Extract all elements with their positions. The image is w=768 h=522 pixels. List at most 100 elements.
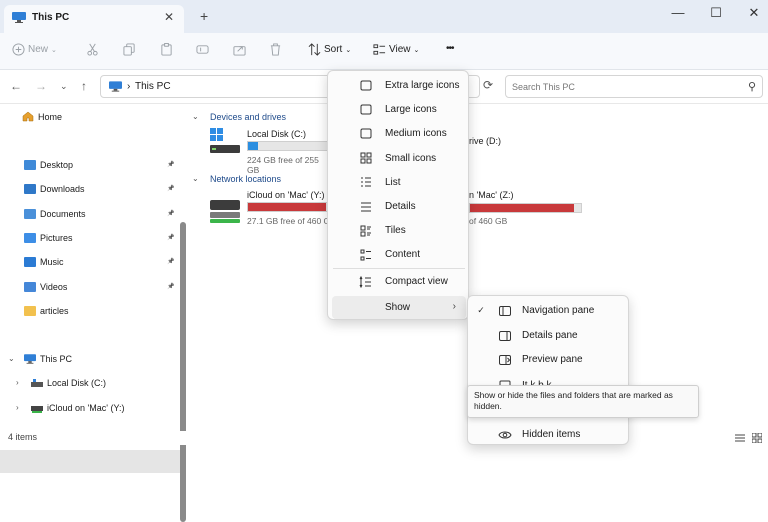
folder-icon — [24, 232, 36, 243]
submenu-arrow-icon: › — [452, 301, 456, 312]
drive-tile-c[interactable]: Local Disk (C:) 224 GB free of 255 GB — [208, 128, 332, 175]
plus-circle-icon — [12, 43, 25, 56]
up-arrow-icon[interactable]: ↑ — [81, 79, 87, 93]
rename-icon[interactable] — [196, 43, 209, 56]
chevron-down-icon: ⌄ — [413, 46, 420, 54]
show-menu-item-details-pane[interactable]: Details pane — [472, 324, 626, 347]
network-drive-icon — [210, 200, 240, 223]
minimize-button[interactable]: — — [668, 5, 688, 20]
this-pc-icon — [109, 81, 122, 92]
drive-usage-bar — [247, 141, 332, 151]
sidebar-item-label: articles — [40, 305, 69, 316]
view-menu-item-extra-large-icons[interactable]: Extra large icons — [332, 74, 466, 97]
show-menu-item-hidden-items[interactable]: Hidden items — [472, 423, 626, 446]
hidden-items-tooltip: Show or hide the files and folders that … — [467, 385, 699, 418]
show-menu-item-navigation-pane[interactable]: ✓ Navigation pane — [472, 299, 626, 322]
details-view-icon[interactable] — [735, 433, 745, 443]
close-window-button[interactable]: ✕ — [744, 5, 764, 21]
forward-arrow-icon[interactable]: → — [35, 79, 47, 93]
sidebar-item-videos[interactable]: Videos — [24, 281, 67, 292]
view-menu-item-medium-icons[interactable]: Medium icons — [332, 122, 466, 145]
recent-chevron-icon[interactable]: ⌄ — [60, 81, 68, 92]
menu-item-label: Small icons — [385, 152, 437, 164]
content-icon — [359, 248, 373, 262]
view-menu-item-small-icons[interactable]: Small icons — [332, 147, 466, 170]
sort-button[interactable]: Sort ⌄ — [308, 43, 351, 56]
sidebar-item-documents[interactable]: Documents — [24, 208, 86, 219]
view-button[interactable]: View ⌄ — [373, 43, 419, 56]
view-menu-item-compact-view[interactable]: Compact view — [332, 270, 466, 293]
sidebar-item-label: Desktop — [40, 160, 74, 170]
devices-section-header[interactable]: Devices and drives — [210, 112, 286, 122]
chevron-right-icon[interactable]: › — [16, 378, 19, 387]
tab-this-pc[interactable]: This PC ✕ — [4, 5, 184, 33]
pin-icon[interactable]: 📌 — [167, 161, 174, 168]
maximize-button[interactable]: ☐ — [706, 5, 726, 21]
copy-icon[interactable] — [123, 43, 136, 56]
sort-icon — [308, 43, 321, 56]
sidebar-scrollbar[interactable] — [180, 222, 186, 522]
more-options-button[interactable]: ••• — [446, 43, 454, 54]
sidebar-item-desktop[interactable]: Desktop — [24, 160, 73, 170]
view-menu-item-list[interactable]: List — [332, 171, 466, 194]
show-menu-item-preview-pane[interactable]: Preview pane — [472, 348, 626, 371]
menu-item-label: Preview pane — [522, 354, 583, 365]
sidebar-item-articles[interactable]: articles — [24, 305, 69, 316]
tiles-icon — [359, 224, 373, 238]
pin-icon[interactable]: 📌 — [167, 234, 174, 241]
sidebar-item-pictures[interactable]: Pictures — [24, 232, 73, 243]
sidebar-item-this-pc[interactable]: This PC — [24, 354, 72, 364]
sidebar-item-label: Home — [38, 111, 63, 122]
back-arrow-icon[interactable]: ← — [10, 79, 22, 93]
delete-icon[interactable] — [269, 43, 282, 56]
sidebar-item-icloud-y[interactable]: iCloud on 'Mac' (Y:) — [31, 403, 124, 413]
view-menu-item-tiles[interactable]: Tiles — [332, 219, 466, 242]
chevron-down-icon[interactable]: ⌄ — [8, 354, 15, 363]
view-menu-item-content[interactable]: Content — [332, 243, 466, 266]
share-icon[interactable] — [233, 43, 246, 56]
navigation-pane: Home ⌄ This PC › Local Disk (C:) › iClou… — [0, 104, 188, 522]
paste-icon[interactable] — [160, 43, 173, 56]
network-section-header[interactable]: Network locations — [210, 174, 281, 184]
view-menu-item-large-icons[interactable]: Large icons — [332, 98, 466, 121]
tiles-view-icon[interactable] — [752, 433, 762, 443]
list-icon — [359, 175, 373, 189]
chevron-down-icon[interactable]: ⌄ — [192, 174, 199, 183]
drive-usage-bar — [247, 202, 332, 212]
pin-icon[interactable]: 📌 — [167, 185, 174, 192]
drive-name-partial: n 'Mac' (Z:) — [469, 190, 514, 200]
sidebar-item-label: This PC — [40, 354, 73, 364]
new-button[interactable]: New ⌄ — [12, 43, 57, 56]
sidebar-item-home[interactable]: Home — [22, 111, 62, 122]
folder-icon — [24, 281, 36, 292]
menu-item-label: Content — [385, 249, 421, 261]
view-menu-item-details[interactable]: Details — [332, 195, 466, 218]
drive-usage-fill — [248, 142, 258, 150]
search-input[interactable]: Search This PC — [512, 82, 575, 92]
view-menu: Extra large icons Large icons Medium icons… — [327, 70, 469, 320]
breadcrumb-this-pc[interactable]: This PC — [135, 81, 171, 92]
menu-item-label: Medium icons — [385, 128, 447, 140]
pin-icon[interactable]: 📌 — [167, 258, 174, 265]
network-drive-icon — [31, 405, 43, 413]
pin-icon[interactable]: 📌 — [167, 210, 174, 217]
refresh-icon[interactable]: ⟳ — [483, 78, 493, 92]
chevron-down-icon[interactable]: ⌄ — [192, 112, 199, 121]
tab-close-icon[interactable]: ✕ — [164, 10, 174, 24]
tab-title: This PC — [32, 12, 70, 23]
this-pc-icon — [24, 354, 36, 364]
drive-free-space: 27.1 GB free of 460 GB — [247, 216, 336, 226]
search-box[interactable]: Search This PC ⚲ — [505, 75, 763, 98]
chevron-right-icon[interactable]: › — [16, 403, 19, 412]
sidebar-item-this-pc-selected[interactable] — [0, 450, 180, 473]
pin-icon[interactable]: 📌 — [167, 283, 174, 290]
menu-separator — [333, 268, 465, 269]
chevron-down-icon: ⌄ — [51, 46, 57, 54]
new-tab-button[interactable]: + — [200, 8, 208, 24]
sidebar-item-downloads[interactable]: Downloads — [24, 184, 85, 195]
this-pc-icon — [12, 12, 26, 23]
cut-icon[interactable] — [86, 43, 99, 56]
view-menu-item-show[interactable]: Show › — [332, 296, 466, 319]
sidebar-item-music[interactable]: Music — [24, 257, 64, 268]
sidebar-item-local-disk[interactable]: Local Disk (C:) — [31, 378, 106, 388]
